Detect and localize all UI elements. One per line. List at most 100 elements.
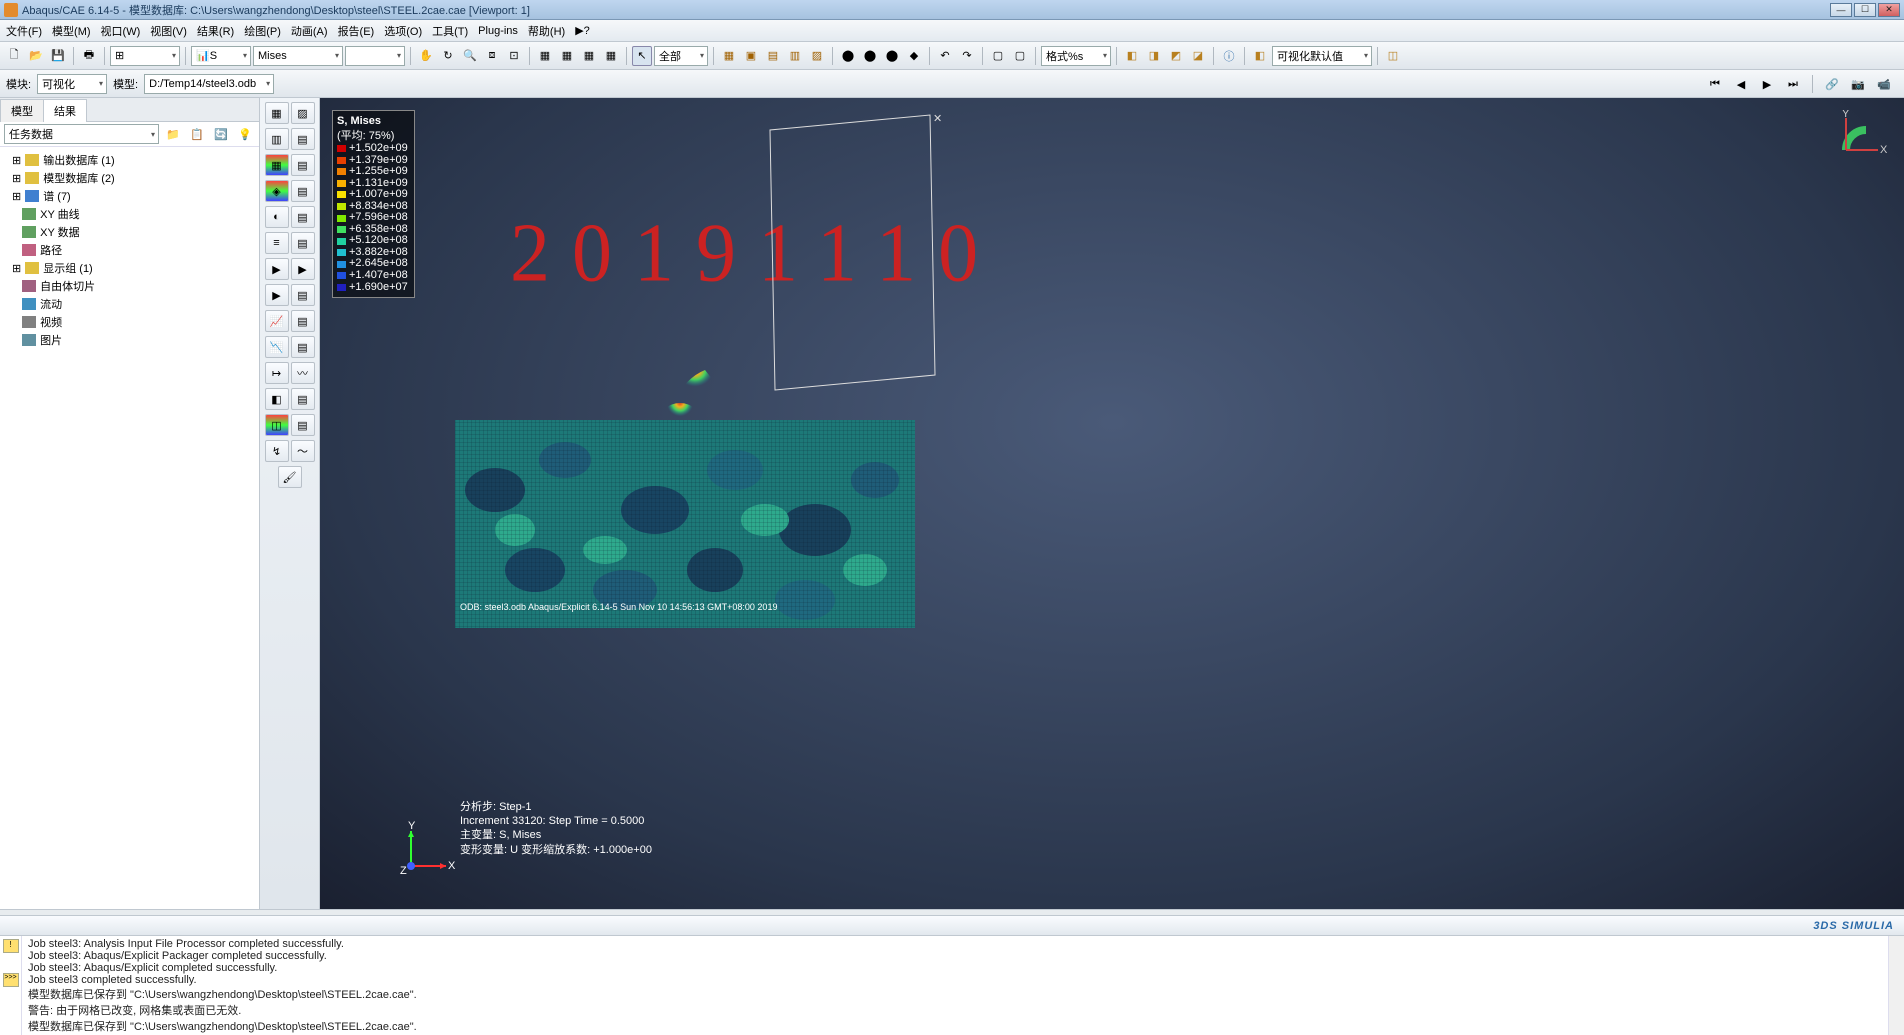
tool-field-opt[interactable]: ▤ [291, 388, 315, 410]
tool-symbol[interactable]: ◈ [265, 180, 289, 202]
tool-path-plot[interactable]: 〰 [291, 362, 315, 384]
cube1-button[interactable]: ◧ [1122, 46, 1142, 66]
tree-refresh-icon[interactable]: 🔄 [211, 124, 231, 144]
view1-button[interactable]: ▦ [535, 46, 555, 66]
console-cmd-icon[interactable]: >>> [3, 973, 19, 987]
menu-tool[interactable]: 工具(T) [432, 23, 468, 39]
light1-button[interactable]: ⬤ [838, 46, 858, 66]
select-arrow-button[interactable]: ↖ [632, 46, 652, 66]
tool-anim-time[interactable]: ▶ [265, 258, 289, 280]
snapshot-button[interactable]: 📷 [1848, 74, 1868, 94]
zoom-button[interactable]: 🔍 [460, 46, 480, 66]
tool-field[interactable]: ◧ [265, 388, 289, 410]
tool-stream[interactable]: 〜 [291, 440, 315, 462]
tree-filter-combo[interactable]: 任务数据 [4, 124, 159, 144]
tool-plotmode[interactable]: ▥ [265, 128, 289, 150]
menu-plot[interactable]: 绘图(P) [244, 23, 281, 39]
console-output[interactable]: Job steel3: Analysis Input File Processo… [22, 936, 1888, 1035]
tree-item-path[interactable]: 路径 [6, 241, 253, 259]
new-button[interactable]: 🗋 [4, 46, 24, 66]
close-button[interactable]: ✕ [1878, 3, 1900, 17]
tree-item-xy-curve[interactable]: XY 曲线 [6, 205, 253, 223]
redo-button[interactable]: ↷ [957, 46, 977, 66]
tool-anim-scale[interactable]: ▶ [291, 258, 315, 280]
frame-last-button[interactable]: ⏭ [1783, 74, 1803, 94]
tool-xyplot[interactable]: ▤ [291, 310, 315, 332]
frame-prev-button[interactable]: ◀ [1731, 74, 1751, 94]
tool-anim-opt[interactable]: ▤ [291, 284, 315, 306]
tool-color[interactable]: 🖌 [278, 466, 302, 488]
tree-item-xy-data[interactable]: XY 数据 [6, 223, 253, 241]
record-button[interactable]: 📹 [1874, 74, 1894, 94]
displaygroup1-button[interactable]: ▢ [988, 46, 1008, 66]
tree-item-image[interactable]: 图片 [6, 331, 253, 349]
light3-button[interactable]: ⬤ [882, 46, 902, 66]
minimize-button[interactable]: — [1830, 3, 1852, 17]
menu-model[interactable]: 模型(M) [52, 23, 91, 39]
render-filled-button[interactable]: ▥ [785, 46, 805, 66]
tool-viewcut-opt[interactable]: ▤ [291, 414, 315, 436]
selection-filter-combo[interactable]: 全部 [654, 46, 708, 66]
tab-results[interactable]: 结果 [43, 99, 87, 122]
tree-item-stream[interactable]: 流动 [6, 295, 253, 313]
light4-button[interactable]: ◆ [904, 46, 924, 66]
view2-button[interactable]: ▦ [557, 46, 577, 66]
tree-item-output-db[interactable]: ⊞ 输出数据库 (1) [6, 151, 253, 169]
component-combo[interactable] [345, 46, 405, 66]
console-level-icon[interactable]: ! [3, 939, 19, 953]
tree-expand-icon[interactable]: 📁 [163, 124, 183, 144]
tool-material[interactable]: ◐ [265, 206, 289, 228]
save-button[interactable]: 💾 [48, 46, 68, 66]
menu-report[interactable]: 报告(E) [338, 23, 375, 39]
results-tree[interactable]: ⊞ 输出数据库 (1) ⊞ 模型数据库 (2) ⊞ 谱 (7) XY 曲线 XY… [0, 147, 259, 909]
link-viewports-button[interactable]: 🔗 [1822, 74, 1842, 94]
print-button[interactable]: 🖶 [79, 46, 99, 66]
tool-ply-opt[interactable]: ▤ [291, 232, 315, 254]
view-cube-icon[interactable]: X Y [1838, 110, 1888, 160]
tool-plotopt[interactable]: ▤ [291, 128, 315, 150]
tree-item-model-db[interactable]: ⊞ 模型数据库 (2) [6, 169, 253, 187]
tree-copy-icon[interactable]: 📋 [187, 124, 207, 144]
menu-help[interactable]: 帮助(H) [528, 23, 565, 39]
light2-button[interactable]: ⬤ [860, 46, 880, 66]
module-combo[interactable]: 可视化 [37, 74, 107, 94]
viewport-layout-combo[interactable]: ⊞ [110, 46, 180, 66]
viewstyle-combo[interactable]: 可视化默认值 [1272, 46, 1372, 66]
tool-xycurve[interactable]: 📉 [265, 336, 289, 358]
displaygroup2-button[interactable]: ▢ [1010, 46, 1030, 66]
tree-tip-icon[interactable]: 💡 [235, 124, 255, 144]
tool-probe[interactable]: ↦ [265, 362, 289, 384]
open-button[interactable]: 📂 [26, 46, 46, 66]
menu-option[interactable]: 选项(O) [384, 23, 422, 39]
menu-view[interactable]: 视图(V) [150, 23, 187, 39]
render-wire-button[interactable]: ▦ [719, 46, 739, 66]
maximize-button[interactable]: ☐ [1854, 3, 1876, 17]
tree-item-freebody[interactable]: 自由体切片 [6, 277, 253, 295]
model-combo[interactable]: D:/Temp14/steel3.odb [144, 74, 274, 94]
console-scrollbar[interactable] [1888, 936, 1904, 1035]
rotate-button[interactable]: ↻ [438, 46, 458, 66]
menu-file[interactable]: 文件(F) [6, 23, 42, 39]
tool-symbol-opt[interactable]: ▤ [291, 180, 315, 202]
invariant-combo[interactable]: Mises [253, 46, 343, 66]
render-shaded-button[interactable]: ▤ [763, 46, 783, 66]
zoombox-button[interactable]: ⧈ [482, 46, 502, 66]
menu-plugins[interactable]: Plug-ins [478, 25, 518, 37]
undo-button[interactable]: ↶ [935, 46, 955, 66]
view3-button[interactable]: ▦ [579, 46, 599, 66]
pan-button[interactable]: ✋ [416, 46, 436, 66]
tree-item-display-group[interactable]: ⊞ 显示组 (1) [6, 259, 253, 277]
menu-result[interactable]: 结果(R) [197, 23, 234, 39]
tool-common-plot[interactable]: ▦ [265, 102, 289, 124]
tool-anim-harmonic[interactable]: ▶ [265, 284, 289, 306]
tool-contour[interactable]: ▦ [265, 154, 289, 176]
tool-material-opt[interactable]: ▤ [291, 206, 315, 228]
tool-viewcut[interactable]: ◫ [265, 414, 289, 436]
menu-query[interactable]: ▶? [575, 24, 590, 37]
tool-freebody[interactable]: ↯ [265, 440, 289, 462]
tool-xydata[interactable]: 📈 [265, 310, 289, 332]
primary-field-combo[interactable]: 📊 S [191, 46, 251, 66]
tool-contour-opt[interactable]: ▤ [291, 154, 315, 176]
tool-xyopt[interactable]: ▤ [291, 336, 315, 358]
view4-button[interactable]: ▦ [601, 46, 621, 66]
